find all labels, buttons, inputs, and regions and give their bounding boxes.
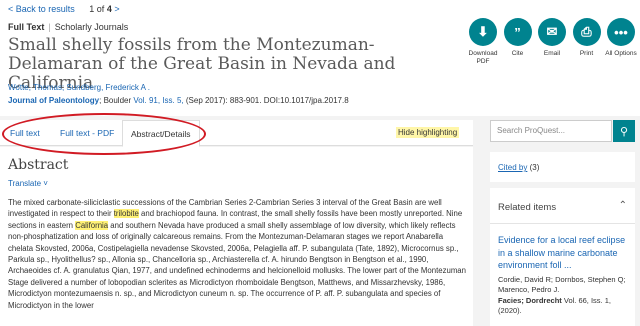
print-label: Print xyxy=(579,50,594,57)
all-options-label: All Options xyxy=(605,50,637,57)
cited-by-count: (3) xyxy=(529,163,540,172)
more-icon: ••• xyxy=(607,18,635,46)
cited-by-label: Cited by xyxy=(498,163,528,172)
tab-full-text-pdf[interactable]: Full text - PDF xyxy=(52,120,122,146)
document-header: < Back to results 1 of 4 > Full Text | Sch… xyxy=(0,0,640,116)
download-pdf-label: Download PDF xyxy=(468,50,498,65)
document-type: Full Text | Scholarly Journals xyxy=(8,22,128,32)
related-item-title[interactable]: Evidence for a local reef eclipse in a s… xyxy=(498,234,630,272)
cite-label: Cite xyxy=(511,50,524,57)
citation-rest: (Sep 2017): 883-901. DOI:10.1017/jpa.201… xyxy=(183,96,349,105)
source-type: Scholarly Journals xyxy=(54,22,129,32)
abstract-part-3: and southern Nevada have produced a smal… xyxy=(8,220,466,310)
journal-link[interactable]: Journal of Paleontology xyxy=(8,96,99,105)
download-pdf-button[interactable]: ⬇ Download PDF xyxy=(466,18,500,66)
related-item-meta: Cordie, David R; Dornbos, Stephen Q; Mar… xyxy=(498,275,630,317)
result-pager: 1 of 4 > xyxy=(89,4,119,14)
translate-label: Translate xyxy=(8,179,42,188)
separator: | xyxy=(48,22,51,32)
tab-abstract-details[interactable]: Abstract/Details xyxy=(122,120,200,147)
related-item-authors: Cordie, David R; Dornbos, Stephen Q; Mar… xyxy=(498,274,626,295)
citation-line: Journal of Paleontology; Boulder Vol. 91… xyxy=(8,96,349,105)
cite-icon: ” xyxy=(503,18,532,46)
next-result-link[interactable]: > xyxy=(114,4,119,14)
pager-prefix: 1 of xyxy=(89,4,105,14)
abstract-heading: Abstract xyxy=(8,157,69,173)
cited-by-panel: Cited by (3) xyxy=(490,152,635,182)
abstract-panel: Abstract Translate ˅ The mixed carbonate… xyxy=(0,147,473,326)
tab-full-text[interactable]: Full text xyxy=(2,120,48,146)
search-icon: ⚲ xyxy=(619,125,629,138)
email-button[interactable]: ✉ Email xyxy=(535,18,569,66)
pdf-icon: ⬇ xyxy=(469,18,497,46)
action-toolbar: ⬇ Download PDF ” Cite ✉ Email ⎙ Print ••… xyxy=(466,18,639,66)
translate-dropdown[interactable]: Translate ˅ xyxy=(8,179,48,188)
volume-link[interactable]: Vol. 91, Iss. 5, xyxy=(133,96,183,105)
full-text-badge: Full Text xyxy=(8,22,45,32)
hide-highlighting-button[interactable]: Hide highlighting xyxy=(396,127,460,138)
related-items-header[interactable]: Related items ⌃ xyxy=(490,188,635,224)
email-label: Email xyxy=(543,50,561,57)
journal-place: ; Boulder xyxy=(99,96,132,105)
content-tabs: Full text Full text - PDF Abstract/Detai… xyxy=(0,120,473,147)
pager-total: 4 xyxy=(106,4,112,14)
print-icon: ⎙ xyxy=(572,18,601,46)
related-items-heading: Related items xyxy=(498,202,557,213)
chevron-up-icon[interactable]: ⌃ xyxy=(619,200,627,211)
highlight-term: California xyxy=(75,220,109,230)
authors-link[interactable]: Wotte, Thomas; Sundberg, Frederick A . xyxy=(8,83,150,92)
email-icon: ✉ xyxy=(538,18,566,46)
print-button[interactable]: ⎙ Print xyxy=(570,18,604,66)
all-options-button[interactable]: ••• All Options xyxy=(604,18,638,66)
search-input[interactable]: Search ProQuest... xyxy=(490,120,612,142)
search-button[interactable]: ⚲ xyxy=(613,120,635,142)
result-nav: < Back to results 1 of 4 > xyxy=(8,4,120,14)
chevron-down-icon: ˅ xyxy=(43,179,48,188)
related-items-panel: Related items ⌃ Evidence for a local ree… xyxy=(490,188,635,326)
related-item-source: Facies; Dordrecht xyxy=(498,295,562,305)
abstract-text: The mixed carbonate-siliciclastic succes… xyxy=(8,197,466,311)
highlight-term: trilobite xyxy=(113,209,139,219)
back-to-results-link[interactable]: < Back to results xyxy=(8,4,75,14)
cited-by-link[interactable]: Cited by xyxy=(498,163,527,172)
cite-button[interactable]: ” Cite xyxy=(501,18,535,66)
